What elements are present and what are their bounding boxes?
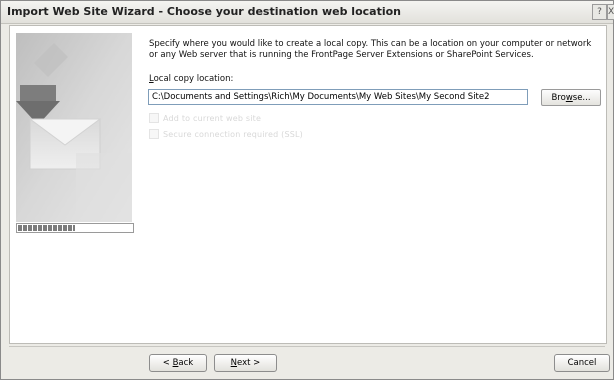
title-bar: Import Web Site Wizard - Choose your des… bbox=[1, 1, 614, 24]
label-text: ocal copy location: bbox=[153, 74, 234, 84]
wizard-side-graphic bbox=[16, 33, 132, 222]
local-copy-location-input[interactable] bbox=[148, 89, 528, 105]
window-title: Import Web Site Wizard - Choose your des… bbox=[7, 5, 401, 18]
help-button[interactable]: ? bbox=[592, 4, 607, 20]
secure-connection-checkbox bbox=[149, 129, 159, 139]
back-text: ack bbox=[178, 358, 194, 368]
progress-fill bbox=[18, 225, 75, 231]
close-button[interactable]: X bbox=[607, 4, 614, 20]
next-text: ext > bbox=[237, 358, 261, 368]
add-to-current-web-option: Add to current web site bbox=[149, 113, 261, 123]
add-to-current-web-label: Add to current web site bbox=[163, 113, 262, 123]
wizard-window: Import Web Site Wizard - Choose your des… bbox=[0, 0, 614, 380]
back-button[interactable]: < Back bbox=[149, 354, 207, 372]
wizard-progress-bar bbox=[16, 223, 134, 233]
browse-hotkey: w bbox=[565, 93, 573, 103]
wizard-illustration-icon bbox=[16, 33, 132, 222]
secure-connection-label: Secure connection required (SSL) bbox=[163, 129, 303, 139]
footer-separator bbox=[9, 346, 605, 347]
browse-button[interactable]: Browse... bbox=[541, 89, 601, 106]
local-copy-location-label: Local copy location: bbox=[149, 74, 233, 84]
instructions-text: Specify where you would like to create a… bbox=[149, 39, 592, 60]
browse-suffix: se... bbox=[572, 93, 591, 103]
add-to-current-web-checkbox bbox=[149, 113, 159, 123]
back-prefix: < bbox=[162, 358, 173, 368]
secure-connection-option: Secure connection required (SSL) bbox=[149, 129, 303, 139]
cancel-button[interactable]: Cancel bbox=[554, 354, 610, 372]
browse-prefix: Bro bbox=[551, 93, 566, 103]
next-button[interactable]: Next > bbox=[214, 354, 277, 372]
